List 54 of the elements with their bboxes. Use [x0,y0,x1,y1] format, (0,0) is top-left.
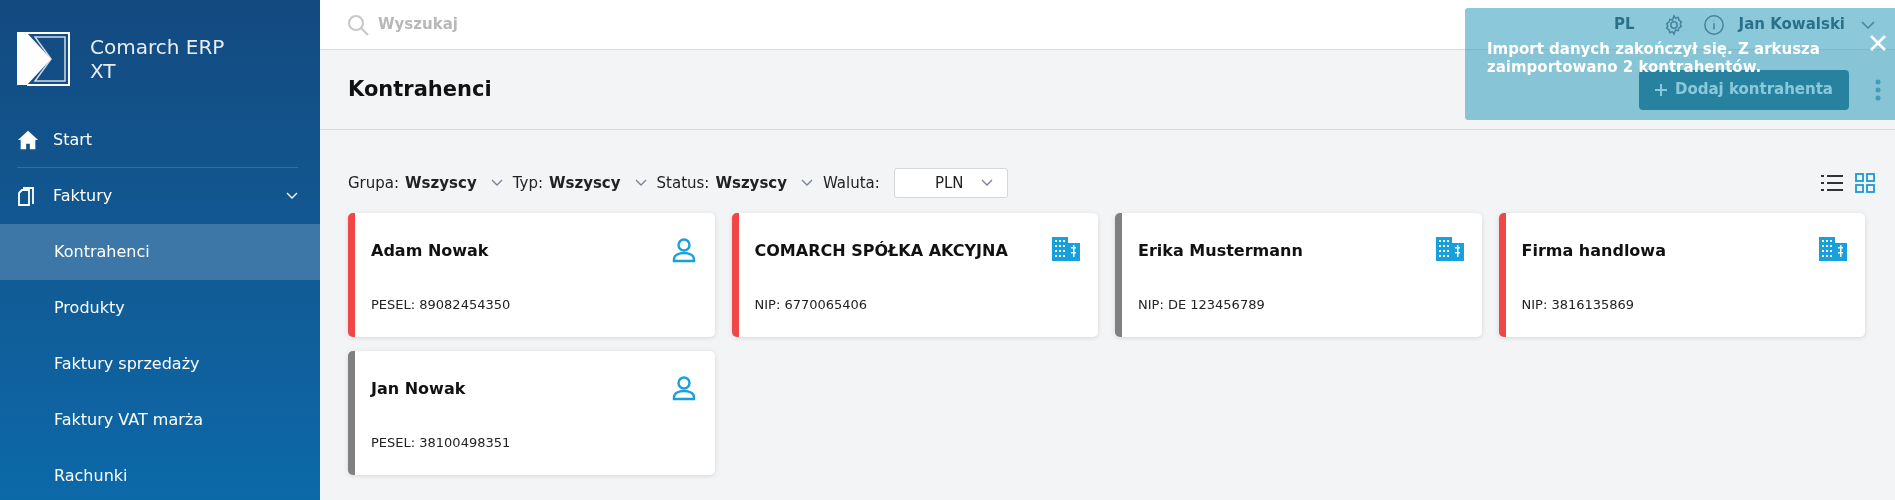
filter-label: Typ: [512,172,543,194]
nav-subitem[interactable]: Produkty [0,280,320,336]
filter-dropdown[interactable]: Wszyscy [405,171,503,195]
currency-select[interactable]: PLN [893,168,1008,198]
contractor-id: NIP: 3816135869 [1521,296,1636,314]
building-icon [1435,237,1464,261]
nav-subitem[interactable]: Rachunki [0,448,320,500]
contractor-id: PESEL: 38100498351 [371,434,512,452]
filter-label: Status: [656,172,710,194]
chevron-down-icon [801,179,813,187]
chevron-down-icon [980,179,993,187]
more-options-icon[interactable] [1875,78,1881,101]
logo-text: Comarch ERP XT [90,35,226,83]
contractor-id: PESEL: 89082454350 [371,296,512,314]
contractor-name: Firma handlowa [1521,240,1666,262]
info-icon[interactable] [1702,13,1725,36]
filter-label: Grupa: [348,172,400,194]
filter-label: Waluta: [823,172,880,194]
contractor-id: NIP: DE 123456789 [1138,296,1266,314]
contractor-name: Jan Nowak [371,378,466,400]
chevron-down-icon [634,179,647,187]
contractor-name: Erika Mustermann [1138,240,1303,262]
list-view-icon[interactable] [1821,174,1843,192]
filter-dropdown[interactable]: Wszyscy [715,171,813,195]
page-title: Kontrahenci [348,75,492,103]
contractor-card[interactable]: Erika Mustermann NIP: DE 123456789 [1115,213,1482,337]
home-icon [17,128,39,151]
contractor-card[interactable]: Adam Nowak PESEL: 89082454350 [348,213,715,337]
person-icon [670,237,697,263]
nav-item[interactable]: Start [17,112,298,168]
nav-subitem[interactable]: Faktury VAT marża [0,392,320,448]
chevron-down-icon[interactable] [1861,19,1875,30]
filter-dropdown[interactable]: Wszyscy [548,171,647,195]
contractor-card[interactable]: Firma handlowa NIP: 3816135869 [1498,213,1865,337]
search-field[interactable]: Wyszukaj [378,13,778,36]
grid-view-icon[interactable] [1855,173,1875,193]
person-icon [670,375,697,401]
search-icon [346,12,370,37]
nav-subitem[interactable]: Kontrahenci [0,224,320,280]
nav-item[interactable]: Faktury [17,168,298,224]
contractor-id: NIP: 6770065406 [754,296,869,314]
nav-subitem[interactable]: Faktury sprzedaży [0,336,320,392]
logo-icon [17,32,71,86]
contractor-card[interactable]: Jan Nowak PESEL: 38100498351 [348,351,715,475]
close-icon[interactable] [1869,34,1887,52]
building-icon [1052,237,1080,261]
contractor-name: Adam Nowak [371,240,489,262]
contractor-name: COMARCH SPÓŁKA AKCYJNA [754,240,1008,262]
chevron-down-icon [490,179,503,187]
building-icon [1819,237,1847,261]
documents-icon [17,185,35,207]
plus-icon [1654,83,1667,96]
contractor-card[interactable]: COMARCH SPÓŁKA AKCYJNA NIP: 6770065406 [731,213,1098,337]
chevron-icon [286,192,298,200]
